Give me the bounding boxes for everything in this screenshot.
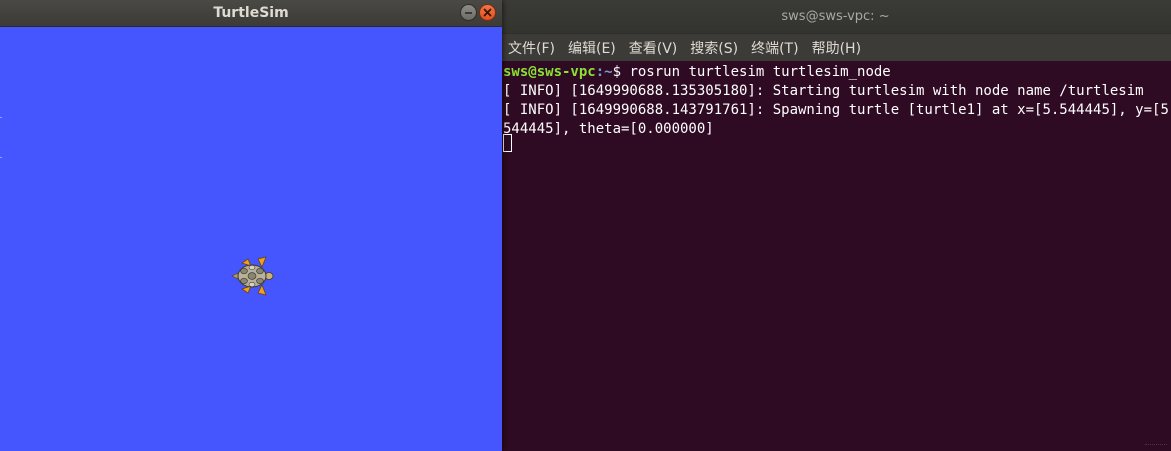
turtlesim-titlebar[interactable]: TurtleSim xyxy=(0,0,502,27)
window-edge-mark xyxy=(0,157,2,158)
menu-help[interactable]: 帮助(H) xyxy=(812,38,861,58)
turtlesim-window[interactable]: TurtleSim xyxy=(0,0,502,451)
terminal-titlebar[interactable]: sws@sws-vpc: ~ xyxy=(500,0,1171,33)
menu-edit[interactable]: 编辑(E) xyxy=(568,38,616,58)
turtlesim-canvas xyxy=(0,27,502,451)
terminal-window[interactable]: sws@sws-vpc: ~ 文件(F) 编辑(E) 查看(V) 搜索(S) 终… xyxy=(500,0,1171,451)
prompt-symbol: $ xyxy=(612,64,630,80)
window-edge-mark xyxy=(0,117,2,118)
menu-view[interactable]: 查看(V) xyxy=(629,38,678,58)
terminal-command-line: sws@sws-vpc:~$ rosrun turtlesim turtlesi… xyxy=(503,63,891,82)
menu-search[interactable]: 搜索(S) xyxy=(690,38,738,58)
close-icon[interactable] xyxy=(479,4,496,21)
menu-file[interactable]: 文件(F) xyxy=(508,38,555,58)
command-text: rosrun turtlesim turtlesim_node xyxy=(629,64,891,80)
turtle-icon xyxy=(228,253,274,299)
terminal-output[interactable]: sws@sws-vpc:~$ rosrun turtlesim turtlesi… xyxy=(500,61,1171,451)
text-cursor xyxy=(503,134,512,152)
menu-terminal[interactable]: 终端(T) xyxy=(751,38,798,58)
prompt-path: :~ xyxy=(595,64,613,80)
terminal-title: sws@sws-vpc: ~ xyxy=(781,9,890,24)
log-line: 544445], theta=[0.000000] xyxy=(503,121,714,137)
prompt-user: sws@sws-vpc xyxy=(503,64,596,80)
terminal-menubar: 文件(F) 编辑(E) 查看(V) 搜索(S) 终端(T) 帮助(H) xyxy=(500,33,1171,61)
minimize-icon[interactable] xyxy=(460,4,477,21)
desktop: sws@sws-vpc: ~ 文件(F) 编辑(E) 查看(V) 搜索(S) 终… xyxy=(0,0,1171,451)
resize-grip-icon[interactable] xyxy=(1145,440,1167,445)
turtlesim-title: TurtleSim xyxy=(213,5,289,21)
log-line: [ INFO] [1649990688.135305180]: Starting… xyxy=(503,83,1144,99)
log-line: [ INFO] [1649990688.143791761]: Spawning… xyxy=(503,102,1171,118)
